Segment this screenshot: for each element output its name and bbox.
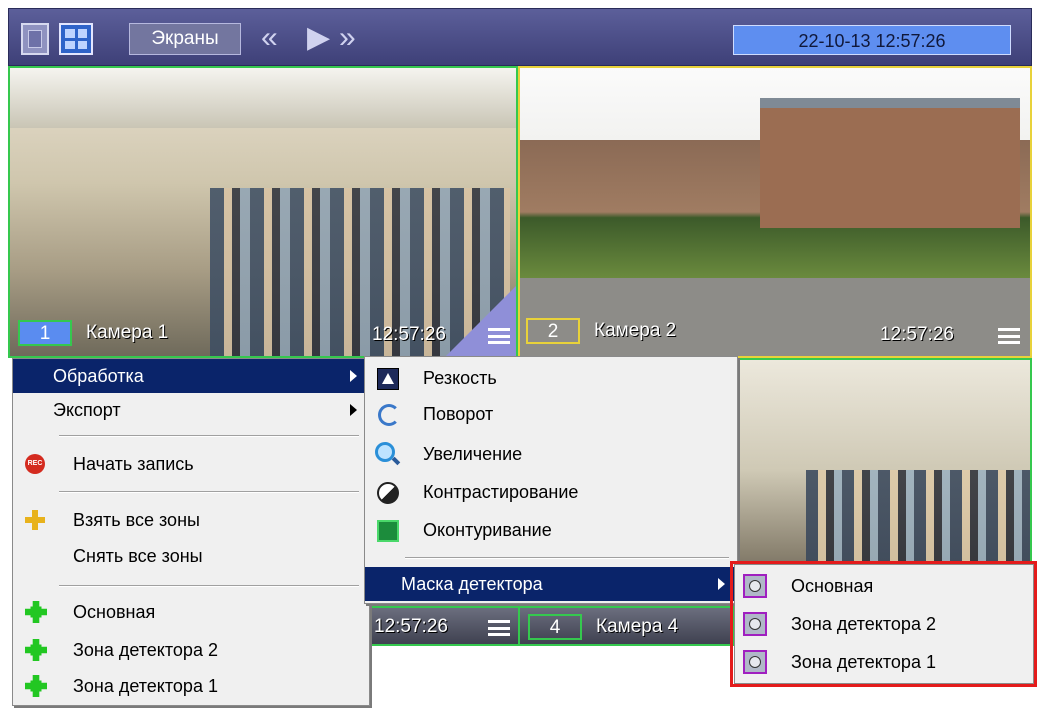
menu-item-label: Начать запись [73, 454, 194, 474]
menu-item-contour[interactable]: Оконтуривание [365, 513, 737, 547]
grid-cell-icon [65, 40, 75, 49]
grid-cell-icon [65, 29, 75, 38]
camera-time: 12:57:26 [880, 324, 954, 345]
camera-2-building-image [760, 98, 1020, 228]
menu-item-label: Зона детектора 2 [73, 640, 218, 660]
camera-name: Камера 1 [86, 322, 169, 343]
quad-view-button[interactable] [59, 23, 93, 55]
camera-2-view[interactable]: 2 Камера 2 12:57:26 [518, 66, 1032, 358]
screens-button[interactable]: Экраны [129, 23, 241, 55]
menu-separator [59, 435, 359, 437]
menu-item-sharpness[interactable]: Резкость [365, 361, 737, 395]
submenu-arrow-icon [350, 370, 357, 382]
menu-item-label: Экспорт [53, 400, 121, 420]
menu-item-rotate[interactable]: Поворот [365, 397, 737, 431]
submenu-arrow-icon [350, 404, 357, 416]
menu-item-detector-mask[interactable]: Маска детектора [365, 567, 737, 601]
menu-item-label: Контрастирование [423, 482, 579, 502]
zone-icon [25, 639, 47, 661]
menu-item-start-recording[interactable]: REC Начать запись [13, 447, 369, 481]
menu-separator [59, 491, 359, 493]
submenu-arrow-icon [718, 578, 725, 590]
menu-separator [59, 585, 359, 587]
camera-time: 12:57:26 [374, 616, 448, 637]
datetime-display: 22-10-13 12:57:26 [733, 25, 1011, 55]
menu-item-zoom[interactable]: Увеличение [365, 437, 737, 471]
single-view-button[interactable] [21, 23, 49, 55]
next-icon[interactable]: » [339, 21, 356, 55]
menu-item-zone-1[interactable]: Зона детектора 1 [13, 669, 369, 703]
camera-number: 4 [528, 614, 582, 640]
menu-item-take-all-zones[interactable]: Взять все зоны [13, 503, 369, 537]
camera-name: Камера 4 [596, 616, 679, 637]
menu-item-label: Зона детектора 1 [73, 676, 218, 696]
menu-item-processing[interactable]: Обработка [13, 359, 369, 393]
camera-name: Камера 2 [594, 320, 677, 341]
grid-cell-icon [77, 29, 87, 38]
menu-item-contrast[interactable]: Контрастирование [365, 475, 737, 509]
menu-item-zone-main[interactable]: Основная [13, 595, 369, 629]
zone-icon [25, 601, 47, 623]
camera-1-image [10, 68, 516, 128]
camera-number: 2 [526, 318, 580, 344]
grid-cell-icon [77, 40, 87, 49]
camera-number: 1 [18, 320, 72, 346]
menu-item-label: Снять все зоны [73, 546, 203, 566]
camera-context-menu: Обработка Экспорт REC Начать запись Взят… [12, 358, 370, 706]
record-icon: REC [25, 454, 45, 474]
menu-item-release-all-zones[interactable]: Снять все зоны [13, 539, 369, 573]
magnifier-icon [375, 442, 395, 462]
contrast-icon [377, 482, 399, 504]
processing-submenu: Резкость Поворот Увеличение Контрастиров… [364, 356, 738, 604]
highlight-frame [730, 561, 1037, 687]
single-layout-icon [28, 30, 42, 48]
menu-item-label: Поворот [423, 404, 494, 424]
menu-item-label: Основная [73, 602, 156, 622]
sharpness-icon [377, 368, 399, 390]
camera-3-status-bar: 12:57:26 [370, 606, 518, 646]
menu-item-label: Маска детектора [401, 574, 543, 594]
menu-item-label: Оконтуривание [423, 520, 552, 540]
contour-icon [377, 520, 399, 542]
zone-icon [25, 675, 47, 697]
menu-item-zone-2[interactable]: Зона детектора 2 [13, 633, 369, 667]
camera-menu-icon[interactable] [488, 328, 510, 344]
zones-icon [25, 510, 45, 530]
menu-item-label: Взять все зоны [73, 510, 200, 530]
rotate-icon [378, 404, 400, 426]
menu-item-label: Увеличение [423, 444, 523, 464]
previous-icon[interactable]: « [261, 21, 278, 55]
camera-1-view[interactable]: 1 Камера 1 12:57:26 [8, 66, 518, 358]
camera-menu-icon[interactable] [488, 620, 510, 636]
menu-item-label: Обработка [53, 366, 144, 386]
play-icon[interactable]: ▶ [307, 21, 330, 55]
menu-item-export[interactable]: Экспорт [13, 393, 369, 427]
menu-separator [405, 557, 729, 559]
top-toolbar: Экраны « ▶ » 22-10-13 12:57:26 [8, 8, 1032, 66]
camera-4-status-bar[interactable]: 4 Камера 4 [518, 606, 734, 646]
menu-item-label: Резкость [423, 368, 497, 388]
camera-menu-icon[interactable] [998, 328, 1020, 344]
camera-1-corner-marker [446, 286, 516, 356]
camera-time: 12:57:26 [372, 324, 446, 345]
